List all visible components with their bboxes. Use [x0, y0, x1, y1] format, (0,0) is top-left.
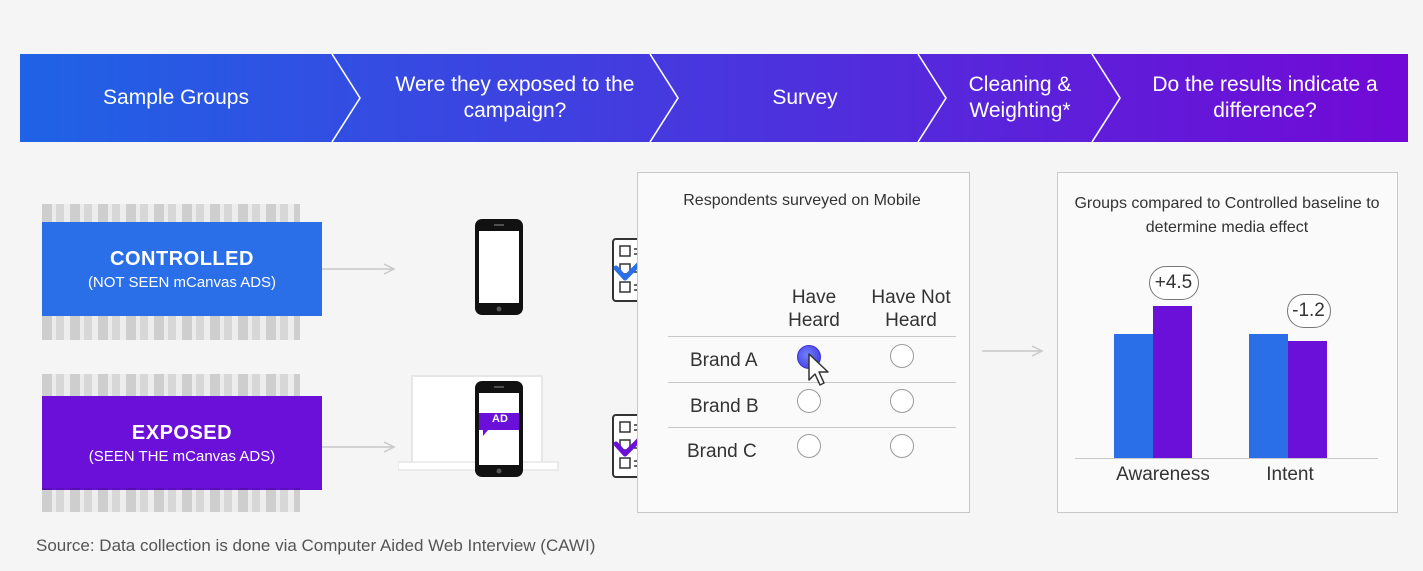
step-cleaning-weighting: Cleaning & Weighting*: [968, 73, 1072, 122]
exposed-subtitle: (SEEN THE mCanvas ADS): [88, 448, 276, 465]
radio-brand-b-have-heard[interactable]: [797, 389, 821, 413]
controlled-subtitle: (NOT SEEN mCanvas ADS): [87, 274, 277, 291]
chart-baseline: [1075, 458, 1378, 459]
radio-brand-c-have-heard[interactable]: [797, 434, 821, 458]
brand-label: Brand A: [690, 350, 758, 371]
brand-label: Brand B: [690, 396, 759, 417]
crowd-silhouette: [42, 374, 300, 398]
table-divider: [668, 427, 956, 428]
radio-brand-b-have-not-heard[interactable]: [890, 389, 914, 413]
difference-label-intent: -1.2: [1286, 294, 1331, 328]
cursor-icon: [808, 353, 829, 386]
arrow-icon: [322, 441, 396, 453]
category-label-intent: Intent: [1266, 464, 1314, 485]
step-results-question: Do the results indicate a difference?: [1152, 73, 1378, 122]
arrow-icon: [322, 263, 396, 275]
step-exposed-question: Were they exposed to the campaign?: [395, 73, 635, 122]
crowd-silhouette: [42, 488, 300, 512]
bar-intent-controlled: [1249, 334, 1288, 458]
exposed-title: EXPOSED: [131, 422, 233, 444]
brand-label: Brand C: [687, 441, 757, 462]
step-survey: Survey: [772, 86, 838, 109]
arrow-icon: [982, 345, 1044, 357]
step-sample-groups: Sample Groups: [103, 86, 249, 109]
difference-label-awareness: +4.5: [1148, 266, 1199, 301]
exposed-group-box: EXPOSED (SEEN THE mCanvas ADS): [42, 396, 322, 490]
bar-intent-exposed: [1288, 341, 1327, 458]
table-divider: [668, 336, 956, 337]
column-have-heard: Have Heard: [788, 287, 840, 331]
results-title: Groups compared to Controlled baseline t…: [1074, 195, 1380, 236]
category-label-awareness: Awareness: [1116, 464, 1210, 485]
ad-badge-label: AD: [492, 413, 508, 425]
controlled-group-box: CONTROLLED (NOT SEEN mCanvas ADS): [42, 222, 322, 316]
smartphone-ad-icon: [475, 381, 523, 477]
controlled-title: CONTROLLED: [110, 248, 254, 270]
survey-title: Respondents surveyed on Mobile: [683, 192, 921, 209]
radio-brand-a-have-not-heard[interactable]: [890, 344, 914, 368]
source-note: Source: Data collection is done via Comp…: [36, 536, 596, 555]
bar-awareness-exposed: [1153, 306, 1192, 458]
bar-awareness-controlled: [1114, 334, 1153, 458]
radio-brand-c-have-not-heard[interactable]: [890, 434, 914, 458]
column-have-not-heard: Have Not Heard: [871, 287, 951, 331]
smartphone-icon: [475, 219, 523, 315]
crowd-silhouette: [42, 316, 300, 340]
